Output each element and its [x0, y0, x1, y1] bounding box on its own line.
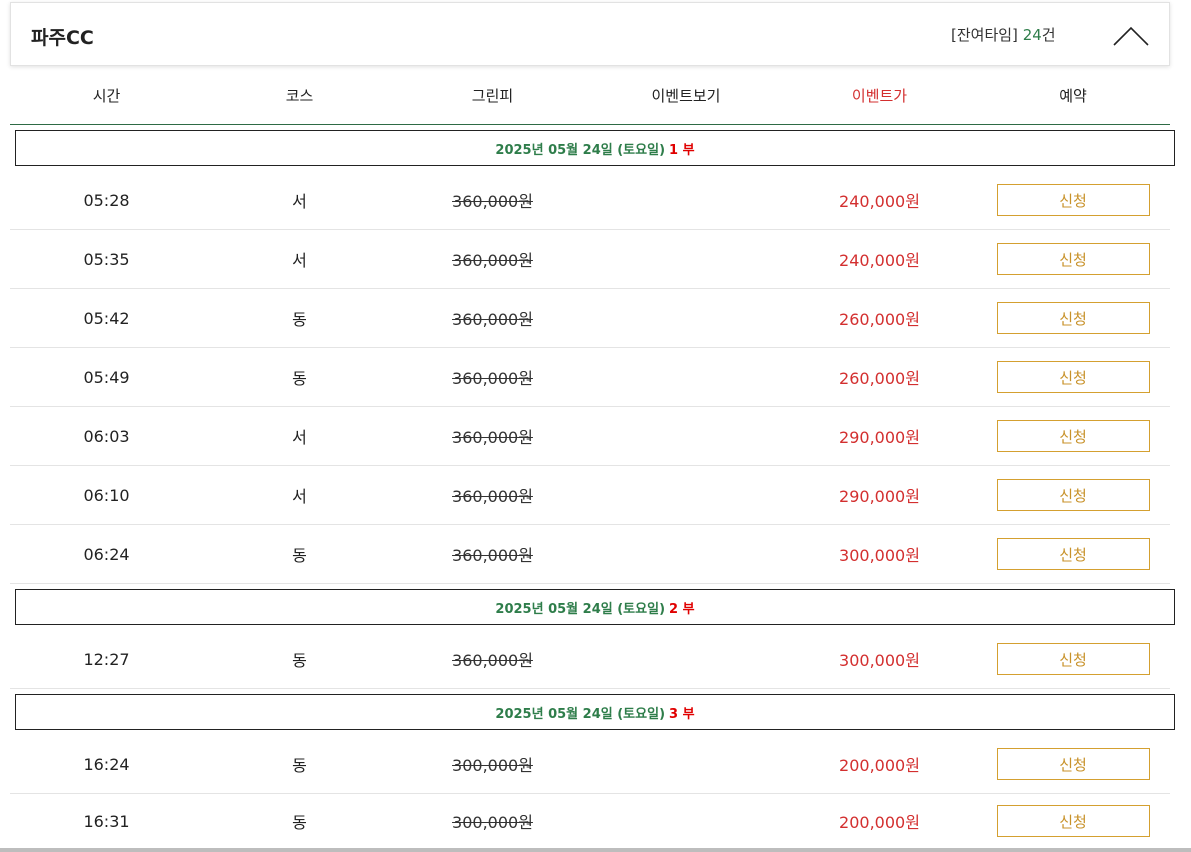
tee-time: 16:24 [83, 754, 130, 774]
club-header: 파주CC [잔여타임] 24건 [10, 2, 1170, 66]
remaining-times: [잔여타임] 24건 [951, 24, 1056, 45]
tee-time: 06:03 [83, 426, 130, 446]
column-header-event-view: 이벤트보기 [651, 86, 721, 105]
course: 동 [292, 546, 307, 565]
event-price: 240,000원 [839, 192, 920, 211]
original-green-fee: 360,000원 [452, 651, 533, 670]
apply-button[interactable]: 신청 [996, 748, 1150, 780]
column-header-green-fee: 그린피 [471, 86, 514, 105]
session-header: 2025년 05월 24일 (토요일) 2 부 [15, 589, 1175, 625]
column-header-reserve: 예약 [1059, 86, 1087, 105]
apply-button[interactable]: 신청 [996, 420, 1150, 452]
apply-button[interactable]: 신청 [996, 643, 1150, 675]
column-header-time: 시간 [92, 86, 121, 105]
table-row: 05:35 서 360,000원 240,000원 신청 [10, 230, 1170, 289]
session-date: 2025년 05월 24일 (토요일) [495, 142, 666, 158]
apply-button[interactable]: 신청 [996, 361, 1150, 393]
table-row: 12:27 동 360,000원 300,000원 신청 [10, 630, 1170, 689]
original-green-fee: 360,000원 [452, 369, 533, 388]
original-green-fee: 360,000원 [452, 192, 533, 211]
apply-button[interactable]: 신청 [996, 243, 1150, 275]
session-part: 3 부 [669, 706, 695, 722]
tee-time: 06:24 [83, 544, 130, 564]
original-green-fee: 360,000원 [452, 487, 533, 506]
course: 동 [292, 756, 307, 775]
event-price: 260,000원 [839, 369, 920, 388]
event-price: 260,000원 [839, 310, 920, 329]
session-part: 1 부 [669, 142, 695, 158]
apply-button[interactable]: 신청 [996, 184, 1150, 216]
course: 동 [292, 813, 307, 832]
session-date: 2025년 05월 24일 (토요일) [495, 706, 666, 722]
event-price: 290,000원 [839, 428, 920, 447]
original-green-fee: 360,000원 [452, 251, 533, 270]
apply-button[interactable]: 신청 [996, 302, 1150, 334]
table-row: 05:28 서 360,000원 240,000원 신청 [10, 171, 1170, 230]
table-row: 16:24 동 300,000원 200,000원 신청 [10, 735, 1170, 794]
event-price: 300,000원 [839, 651, 920, 670]
table-row: 16:31 동 300,000원 200,000원 신청 [10, 794, 1170, 848]
original-green-fee: 300,000원 [452, 813, 533, 832]
tee-time: 05:28 [83, 190, 130, 210]
club-title: 파주CC [31, 27, 94, 49]
remaining-label: [잔여타임] [951, 26, 1018, 44]
remaining-count: 24 [1022, 26, 1042, 44]
column-header-event-price: 이벤트가 [851, 86, 908, 105]
apply-button[interactable]: 신청 [996, 805, 1150, 837]
tee-time: 05:42 [83, 308, 130, 328]
course: 서 [292, 487, 307, 506]
table-row: 06:10 서 360,000원 290,000원 신청 [10, 466, 1170, 525]
column-header-course: 코스 [285, 86, 314, 105]
event-price: 290,000원 [839, 487, 920, 506]
original-green-fee: 360,000원 [452, 428, 533, 447]
session-header: 2025년 05월 24일 (토요일) 1 부 [15, 130, 1175, 166]
table-header: 시간 코스 그린피 이벤트보기 이벤트가 예약 [10, 66, 1170, 125]
event-price: 200,000원 [839, 756, 920, 775]
remaining-unit: 건 [1041, 26, 1056, 44]
tee-time: 16:31 [83, 811, 130, 831]
course: 서 [292, 428, 307, 447]
session-header: 2025년 05월 24일 (토요일) 3 부 [15, 694, 1175, 730]
course: 동 [292, 651, 307, 670]
table-row: 06:03 서 360,000원 290,000원 신청 [10, 407, 1170, 466]
event-price: 200,000원 [839, 813, 920, 832]
session-date: 2025년 05월 24일 (토요일) [495, 601, 666, 617]
course: 서 [292, 251, 307, 270]
tee-time: 06:10 [83, 485, 130, 505]
course: 동 [292, 310, 307, 329]
original-green-fee: 360,000원 [452, 546, 533, 565]
original-green-fee: 360,000원 [452, 310, 533, 329]
table-row: 05:42 동 360,000원 260,000원 신청 [10, 289, 1170, 348]
bottom-divider [0, 848, 1191, 852]
original-green-fee: 300,000원 [452, 756, 533, 775]
tee-time: 05:35 [83, 249, 130, 269]
table-row: 05:49 동 360,000원 260,000원 신청 [10, 348, 1170, 407]
session-part: 2 부 [669, 601, 695, 617]
course: 동 [292, 369, 307, 388]
tee-time: 12:27 [83, 649, 130, 669]
apply-button[interactable]: 신청 [996, 479, 1150, 511]
chevron-up-icon[interactable] [1112, 22, 1150, 48]
apply-button[interactable]: 신청 [996, 538, 1150, 570]
event-price: 240,000원 [839, 251, 920, 270]
tee-time: 05:49 [83, 367, 130, 387]
course: 서 [292, 192, 307, 211]
event-price: 300,000원 [839, 546, 920, 565]
table-row: 06:24 동 360,000원 300,000원 신청 [10, 525, 1170, 584]
